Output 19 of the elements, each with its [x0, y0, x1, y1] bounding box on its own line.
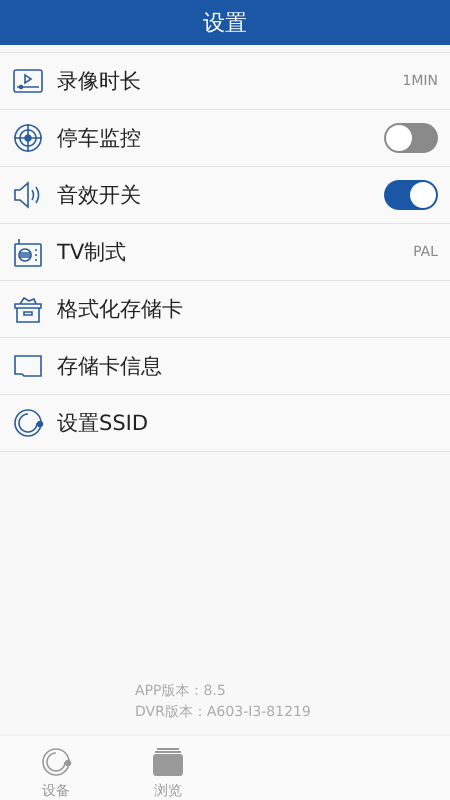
setting-value: PAL: [413, 244, 438, 260]
setting-label: 停车监控: [57, 125, 142, 152]
setting-label: 设置SSID: [57, 410, 150, 437]
ring-icon: [12, 407, 44, 439]
toggle-switch[interactable]: [384, 180, 438, 210]
setting-value: 1MIN: [402, 73, 438, 89]
target-icon: [12, 122, 44, 154]
stack-icon: [152, 746, 184, 778]
version-text: APP版本：8.5: [135, 682, 226, 700]
setting-label: 录像时长: [57, 68, 142, 95]
version-text: DVR版本：A603-I3-81219: [135, 703, 311, 721]
radio-icon: [12, 236, 44, 268]
setting-label: TV制式: [57, 239, 128, 266]
toggle-switch[interactable]: [384, 123, 438, 153]
setting-label: 音效开关: [57, 182, 142, 209]
setting-label: 格式化存储卡: [57, 296, 184, 323]
header-title: 设置: [203, 10, 247, 38]
ring-icon: [40, 746, 72, 778]
setting-label: 存储卡信息: [57, 353, 163, 380]
